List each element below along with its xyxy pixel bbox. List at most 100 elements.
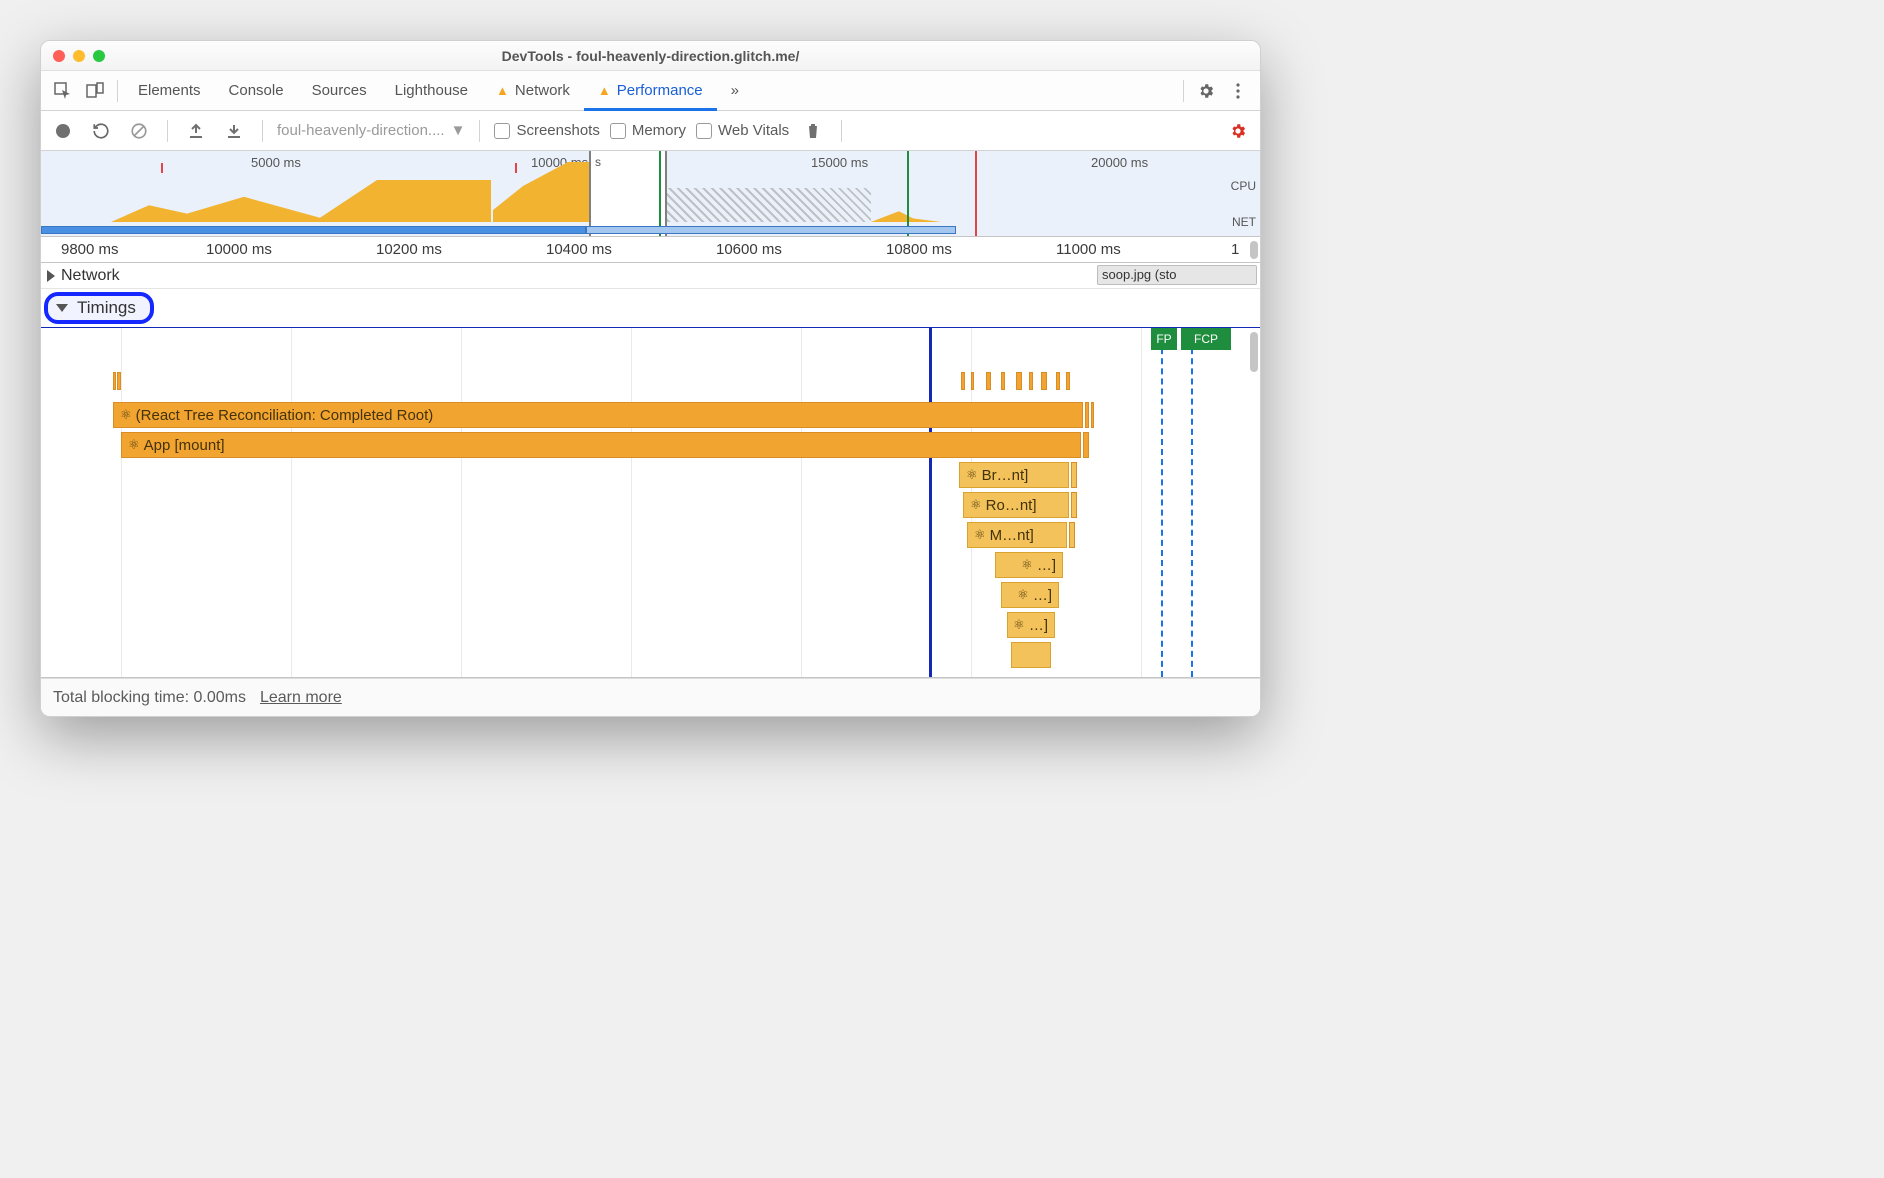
chevron-down-icon: ▼ xyxy=(451,122,466,139)
flame-bar[interactable] xyxy=(117,372,121,390)
minimize-window-button[interactable] xyxy=(73,50,85,62)
flame-bar-app-mount[interactable]: ⚛ App [mount] xyxy=(121,432,1081,458)
flame-bar[interactable] xyxy=(971,372,974,390)
close-window-button[interactable] xyxy=(53,50,65,62)
flame-bar[interactable] xyxy=(1071,462,1077,488)
memory-checkbox[interactable]: Memory xyxy=(610,122,686,139)
collect-garbage-button[interactable] xyxy=(799,117,827,145)
record-button[interactable] xyxy=(49,117,77,145)
flame-bar[interactable] xyxy=(1016,372,1022,390)
overview-green-marker xyxy=(659,151,661,236)
overview-tick: 20000 ms xyxy=(1091,155,1148,170)
timeline-ruler[interactable]: 9800 ms 10000 ms 10200 ms 10400 ms 10600… xyxy=(41,237,1260,263)
fp-marker[interactable]: FP xyxy=(1151,328,1177,350)
timings-track-header[interactable]: Timings xyxy=(41,289,1260,328)
capture-settings-icon[interactable] xyxy=(1224,117,1252,145)
flame-bar-sub[interactable]: ⚛ M…nt] xyxy=(967,522,1067,548)
overview-marker xyxy=(161,163,163,173)
screenshots-checkbox[interactable]: Screenshots xyxy=(494,122,599,139)
flame-bar[interactable] xyxy=(1029,372,1033,390)
panel-tabbar: Elements Console Sources Lighthouse ▲Net… xyxy=(41,71,1260,111)
overview-cpu-label: CPU xyxy=(1231,179,1256,193)
status-bar: Total blocking time: 0.00ms Learn more xyxy=(41,678,1260,716)
titlebar: DevTools - foul-heavenly-direction.glitc… xyxy=(41,41,1260,71)
flame-bar-sub[interactable]: ⚛ …] xyxy=(1001,582,1059,608)
flame-bar[interactable] xyxy=(1083,432,1089,458)
scrollbar[interactable] xyxy=(1250,332,1258,372)
flame-bar[interactable] xyxy=(113,372,116,390)
react-icon: ⚛ xyxy=(970,497,982,513)
tab-elements[interactable]: Elements xyxy=(124,71,215,111)
tab-network[interactable]: ▲Network xyxy=(482,71,584,111)
warning-icon: ▲ xyxy=(598,83,611,98)
flame-bar[interactable] xyxy=(1071,492,1077,518)
learn-more-link[interactable]: Learn more xyxy=(260,689,342,707)
react-icon: ⚛ xyxy=(1017,587,1029,603)
tab-sources[interactable]: Sources xyxy=(298,71,381,111)
flame-bar-sub[interactable]: ⚛ …] xyxy=(995,552,1063,578)
webvitals-checkbox[interactable]: Web Vitals xyxy=(696,122,789,139)
fp-marker-line xyxy=(1161,328,1163,677)
react-icon: ⚛ xyxy=(1013,617,1025,633)
react-icon: ⚛ xyxy=(128,437,140,453)
current-position-marker[interactable] xyxy=(929,328,932,677)
overview-timeline[interactable]: 5000 ms 10000 ms 15000 ms 20000 ms CPU N… xyxy=(41,151,1260,237)
overview-net-bar xyxy=(586,226,956,234)
flame-bar[interactable] xyxy=(1001,372,1005,390)
overview-red-marker xyxy=(975,151,977,236)
flame-chart[interactable]: FP FCP ⚛ (React Tree Reconciliation: Com… xyxy=(41,328,1260,678)
devtools-window: DevTools - foul-heavenly-direction.glitc… xyxy=(40,40,1261,717)
react-icon: ⚛ xyxy=(120,407,132,423)
network-track-label: Network xyxy=(61,267,120,285)
overview-cpu-activity xyxy=(111,180,491,222)
flame-bar[interactable] xyxy=(1085,402,1089,428)
flame-bar[interactable] xyxy=(961,372,965,390)
fcp-marker[interactable]: FCP xyxy=(1181,328,1231,350)
reload-button[interactable] xyxy=(87,117,115,145)
network-item[interactable]: soop.jpg (sto xyxy=(1097,265,1257,285)
settings-icon[interactable] xyxy=(1190,75,1222,107)
flame-bar[interactable] xyxy=(1066,372,1070,390)
performance-toolbar: foul-heavenly-direction.... ▼ Screenshot… xyxy=(41,111,1260,151)
tab-overflow[interactable]: » xyxy=(717,71,753,111)
flame-bar[interactable] xyxy=(1011,642,1051,668)
flame-bar[interactable] xyxy=(1056,372,1060,390)
overview-tick: 15000 ms xyxy=(811,155,868,170)
scrollbar[interactable] xyxy=(1250,241,1258,259)
timings-track-label: Timings xyxy=(77,298,136,318)
device-toolbar-icon[interactable] xyxy=(79,75,111,107)
flame-bar[interactable] xyxy=(1091,402,1094,428)
disclosure-down-icon[interactable] xyxy=(56,304,68,312)
overview-selection[interactable]: s xyxy=(589,151,667,236)
disclosure-right-icon[interactable] xyxy=(47,270,55,282)
flame-bar-react-tree[interactable]: ⚛ (React Tree Reconciliation: Completed … xyxy=(113,402,1083,428)
tracks-area: Network soop.jpg (sto Timings xyxy=(41,263,1260,678)
overview-marker xyxy=(515,163,517,173)
save-profile-button[interactable] xyxy=(220,117,248,145)
flame-bar[interactable] xyxy=(1041,372,1047,390)
flame-bar[interactable] xyxy=(986,372,991,390)
network-track[interactable]: Network soop.jpg (sto xyxy=(41,263,1260,289)
react-icon: ⚛ xyxy=(966,467,978,483)
flame-bar[interactable] xyxy=(1069,522,1075,548)
tab-console[interactable]: Console xyxy=(215,71,298,111)
maximize-window-button[interactable] xyxy=(93,50,105,62)
kebab-menu-icon[interactable] xyxy=(1222,75,1254,107)
flame-bar-sub[interactable]: ⚛ …] xyxy=(1007,612,1055,638)
overview-green-marker xyxy=(907,151,909,236)
flame-bar-sub[interactable]: ⚛ Ro…nt] xyxy=(963,492,1069,518)
inspect-element-icon[interactable] xyxy=(47,75,79,107)
overview-cpu-activity xyxy=(871,204,941,222)
window-controls xyxy=(53,50,105,62)
react-icon: ⚛ xyxy=(974,527,986,543)
load-profile-button[interactable] xyxy=(182,117,210,145)
tab-lighthouse[interactable]: Lighthouse xyxy=(381,71,482,111)
tab-performance[interactable]: ▲Performance xyxy=(584,71,717,111)
clear-button[interactable] xyxy=(125,117,153,145)
overview-cpu-activity xyxy=(651,188,871,222)
react-icon: ⚛ xyxy=(1021,557,1033,573)
profile-dropdown[interactable]: foul-heavenly-direction.... ▼ xyxy=(277,122,465,139)
flame-bar-sub[interactable]: ⚛ Br…nt] xyxy=(959,462,1069,488)
fcp-marker-line xyxy=(1191,328,1193,677)
overview-tick: 5000 ms xyxy=(251,155,301,170)
